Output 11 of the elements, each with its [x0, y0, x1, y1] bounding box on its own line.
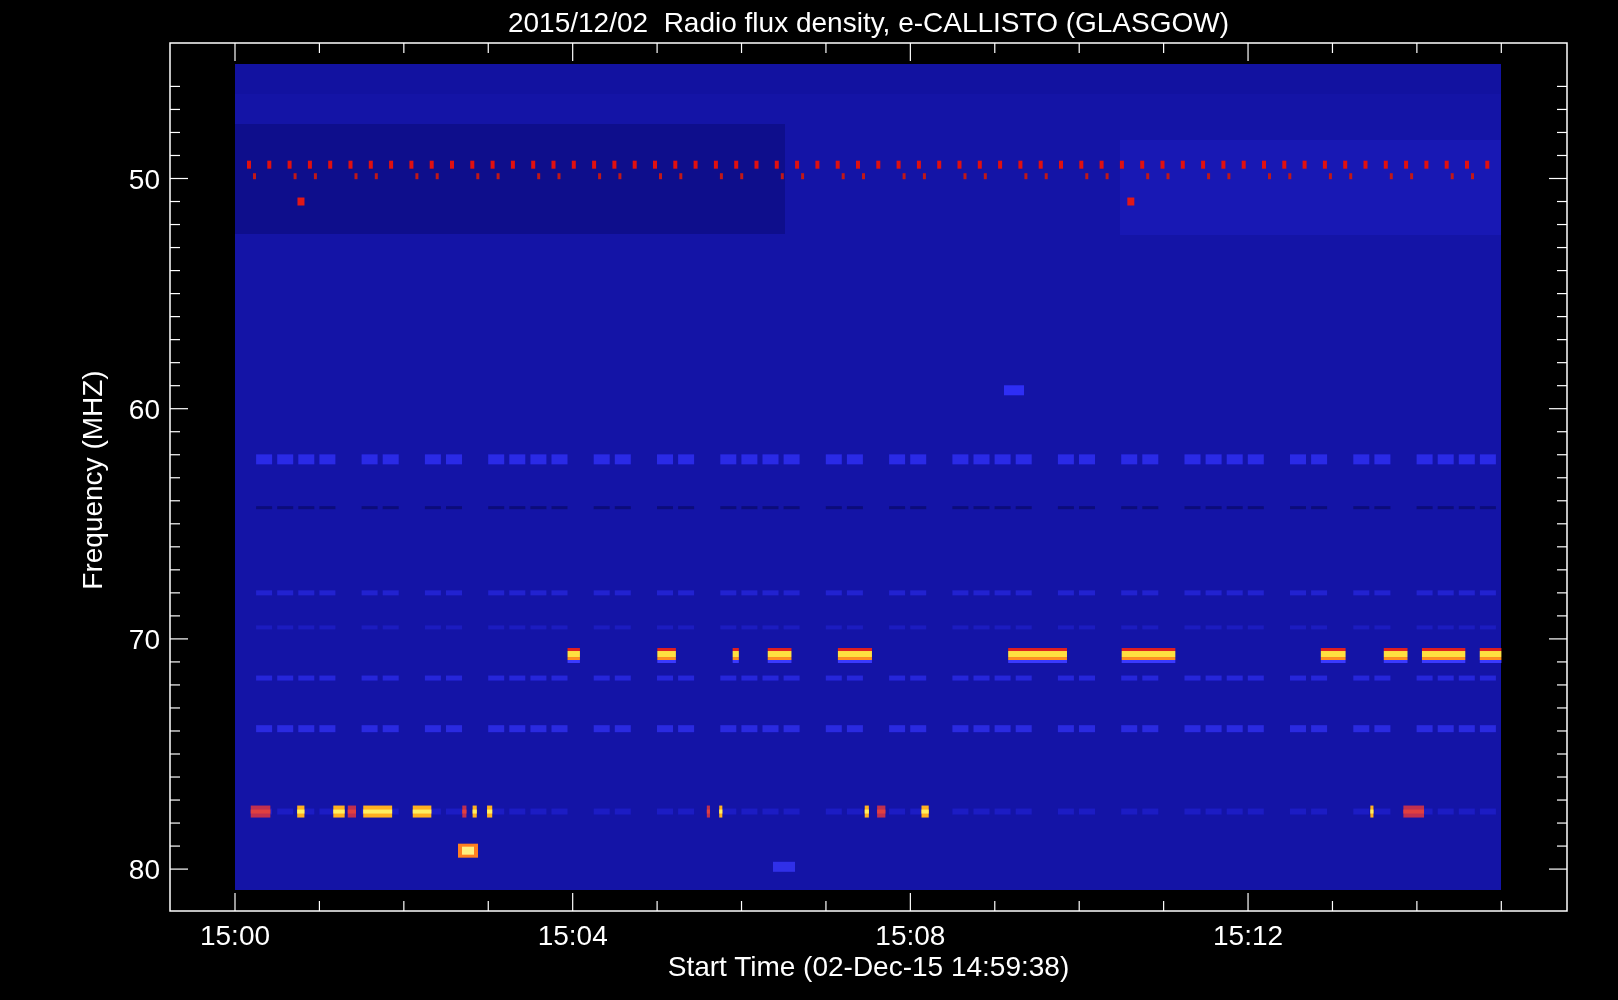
tick-label: 80	[128, 854, 160, 886]
tick-label: 15:08	[875, 920, 946, 951]
tick-label: 15:12	[1213, 920, 1284, 951]
tick-label: 60	[128, 393, 160, 425]
axis-title: Start Time (02-Dec-15 14:59:38)	[667, 951, 1070, 982]
tick-label: 70	[128, 623, 160, 655]
tick-label: 15:00	[199, 920, 271, 951]
tick-label: 50	[128, 163, 160, 195]
tick-label: 15:04	[537, 920, 608, 951]
axis-title: Frequency (MHZ)	[77, 370, 108, 590]
chart-title: 2015/12/02 Radio flux density, e-CALLISTO (GLASGOW)	[507, 7, 1230, 38]
